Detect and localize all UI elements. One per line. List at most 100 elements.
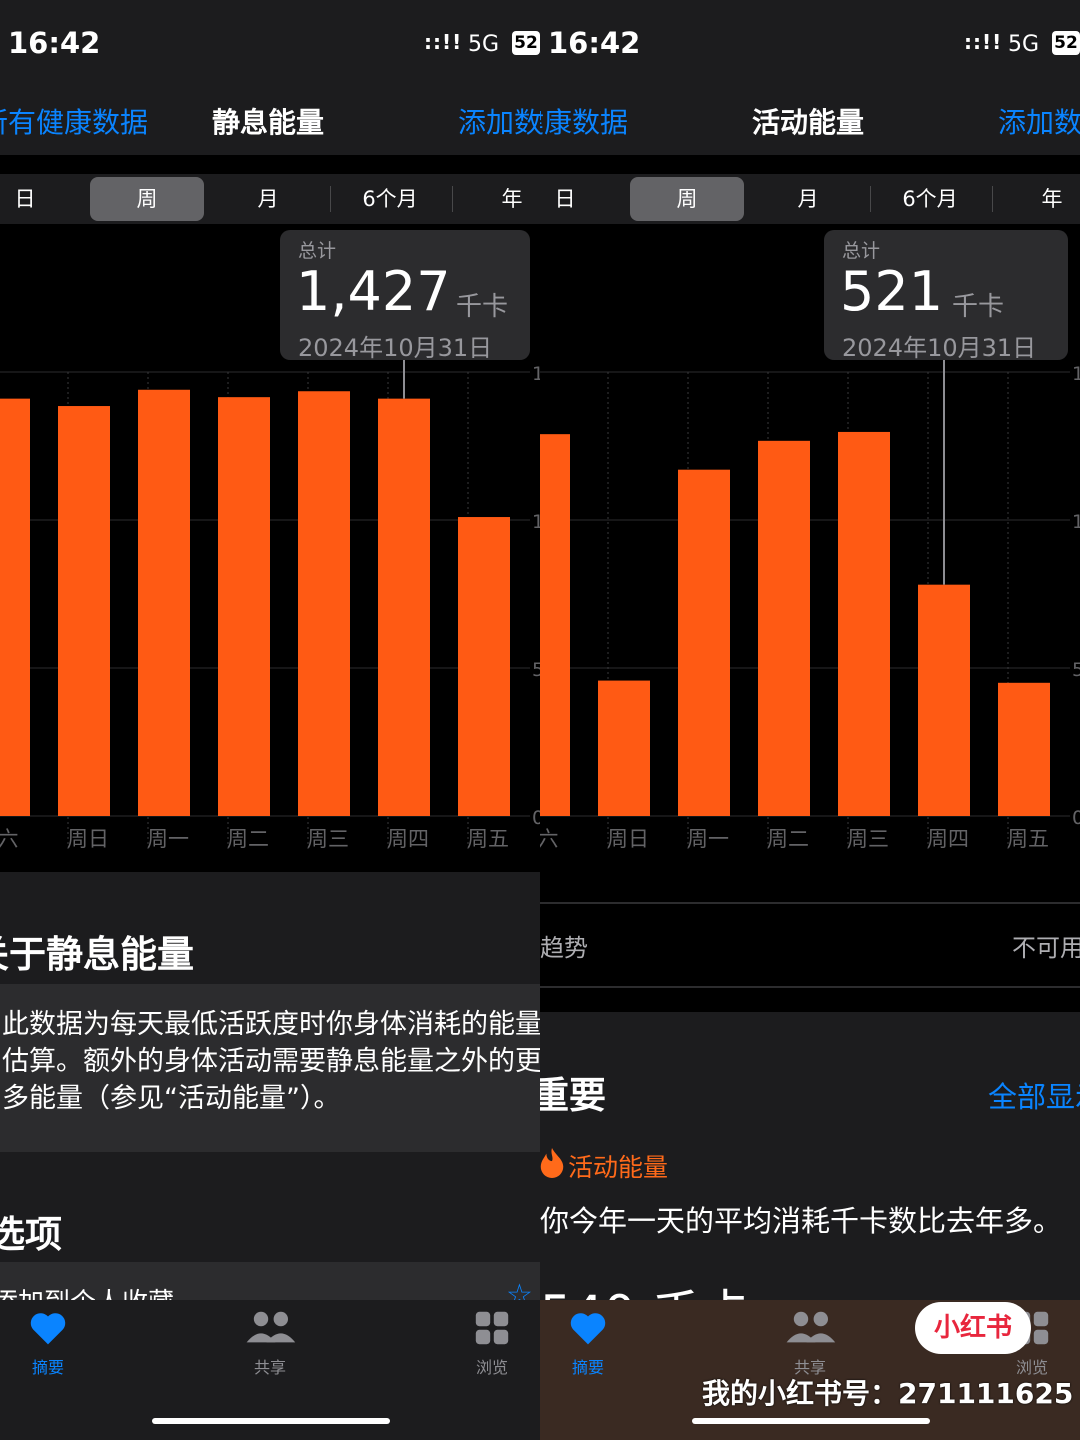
tab-summary-label: 摘要 (31, 1358, 64, 1377)
tab-browse-label: 浏览 (475, 1358, 508, 1377)
y-tick-label: 1 (1072, 511, 1080, 533)
total-value: 521 (840, 260, 944, 323)
highlight-category: 活动能量 (568, 1153, 669, 1182)
segment-divider (870, 186, 871, 212)
total-value: 1,427 (296, 260, 451, 323)
x-tick-label: 周四 (927, 827, 969, 851)
watermark-text: 我的小红书号：271111625 (702, 1377, 1074, 1410)
show-all-link[interactable]: 全部显示 (988, 1074, 1080, 1116)
tab-summary[interactable]: 摘要 (0, 1310, 108, 1378)
tab-bar: 摘要 共享 浏览 (0, 1300, 540, 1440)
tab-sharing-label: 共享 (253, 1358, 286, 1377)
bar-5 (378, 398, 430, 816)
segment-day[interactable]: 日 (540, 177, 592, 221)
status-time: 16:42 (548, 26, 641, 60)
people-icon (786, 1311, 836, 1343)
bar-2 (678, 469, 730, 816)
trend-status: 不可用 (1012, 934, 1080, 962)
segment-week[interactable]: 周 (630, 177, 744, 221)
bar-3 (218, 397, 270, 816)
heart-icon (30, 1313, 66, 1345)
status-bar: 16:42 ::!! 5G 52 (540, 0, 1080, 85)
x-tick-label: 周四 (387, 827, 429, 851)
bar-6 (458, 517, 510, 816)
highlight-text: 你今年一天的平均消耗千卡数比去年多。 (540, 1204, 1063, 1238)
segment-divider (992, 186, 993, 212)
about-description: 此数据为每天最低活跃度时你身体消耗的能量估算。额外的身体活动需要静息能量之外的更… (2, 1009, 540, 1114)
total-date: 2024年10月31日 (298, 334, 493, 362)
tab-summary-label: 摘要 (571, 1358, 604, 1377)
tab-summary[interactable]: 摘要 (540, 1310, 648, 1378)
trend-row[interactable]: 趋势 不可用 (540, 902, 1080, 988)
battery-icon: 52 (1052, 31, 1080, 55)
tab-sharing[interactable]: 共享 (210, 1310, 330, 1378)
x-tick-label: 周三 (847, 827, 889, 851)
bar-0 (540, 434, 570, 816)
bar-4 (838, 431, 890, 816)
active-energy-chart[interactable]: 六 周日 周一 周二 周三 周四 周五 1 1 5 0 总计 521 千卡 2024年10月31日 (540, 226, 1080, 866)
page-title: 静息能量 (212, 106, 325, 139)
x-tick-label: 周五 (467, 827, 509, 851)
segment-divider (330, 186, 331, 212)
segment-week[interactable]: 周 (90, 177, 204, 221)
segment-month[interactable]: 月 (212, 177, 324, 221)
bar-6 (998, 682, 1050, 816)
xiaohongshu-logo: 小红书 (915, 1302, 1031, 1354)
highlight-card[interactable]: 活动能量 你今年一天的平均消耗千卡数比去年多。 540 千卡 (540, 1126, 1080, 1343)
segment-month[interactable]: 月 (752, 177, 864, 221)
home-indicator (692, 1418, 930, 1424)
options-title: 选项 (0, 1213, 62, 1256)
segment-6-months[interactable]: 6个月 (334, 177, 446, 221)
about-title: 关于静息能量 (0, 933, 194, 976)
total-label: 总计 (298, 240, 337, 262)
cellular-signal-icon: ::!! (424, 30, 463, 54)
resting-energy-screen: 16:42 ::!! 5G 52 所有健康数据 静息能量 添加数据 日 周 月 … (0, 0, 540, 1440)
y-tick-label: 0 (1072, 807, 1080, 829)
bar-5 (918, 584, 970, 816)
total-callout: 总计 1,427 千卡 2024年10月31日 (280, 230, 530, 362)
segment-year[interactable]: 年 (456, 177, 540, 221)
highlights-title: 重要 (540, 1074, 606, 1117)
total-unit: 千卡 (952, 292, 1005, 322)
bar-2 (138, 389, 190, 816)
grid-icon (475, 1311, 509, 1345)
add-data-button[interactable]: 添加数据 (998, 101, 1080, 141)
segment-6-months[interactable]: 6个月 (874, 177, 986, 221)
bar-1 (58, 406, 110, 816)
home-indicator (152, 1418, 390, 1424)
bar-3 (758, 440, 810, 816)
x-tick-label: 周三 (307, 827, 349, 851)
y-tick-label: 5 (532, 659, 540, 681)
bar-4 (298, 391, 350, 816)
trend-label: 趋势 (540, 934, 588, 962)
y-tick-label: 1 (1072, 363, 1080, 385)
segment-divider (452, 186, 453, 212)
tab-sharing[interactable]: 共享 (750, 1310, 870, 1378)
x-tick-label: 周二 (767, 827, 809, 851)
y-tick-label: 1 (532, 363, 540, 385)
x-tick-label: 周日 (67, 827, 109, 851)
total-date: 2024年10月31日 (842, 334, 1037, 362)
cellular-signal-icon: ::!! (964, 30, 1003, 54)
x-tick-label: 六 (0, 827, 19, 851)
x-tick-label: 周二 (227, 827, 269, 851)
y-tick-label: 0 (532, 807, 540, 829)
status-time: 16:42 (8, 26, 101, 60)
options-header-bg (0, 1152, 540, 1262)
x-tick-label: 周五 (1007, 827, 1049, 851)
segment-day[interactable]: 日 (0, 177, 52, 221)
y-tick-label: 5 (1072, 659, 1080, 681)
x-tick-label: 周一 (687, 827, 729, 851)
add-data-button[interactable]: 添加数据 (458, 101, 540, 141)
page-title: 活动能量 (752, 106, 865, 139)
segment-year[interactable]: 年 (996, 177, 1080, 221)
back-button[interactable]: 所有健康数据 (540, 101, 628, 141)
time-range-segmented-control: 日 周 月 6个月 年 (540, 174, 1080, 224)
navigation-bar: 所有健康数据 活动能量 添加数据 (540, 85, 1080, 155)
back-button[interactable]: 所有健康数据 (0, 101, 148, 141)
tab-browse[interactable]: 浏览 (432, 1310, 540, 1378)
x-tick-label: 六 (540, 827, 559, 851)
resting-energy-chart[interactable]: 六 周日 周一 周二 周三 周四 周五 1 1 5 0 总计 1,427 千卡 2024年10月31… (0, 226, 540, 866)
battery-icon: 52 (512, 31, 540, 55)
total-label: 总计 (842, 240, 881, 262)
